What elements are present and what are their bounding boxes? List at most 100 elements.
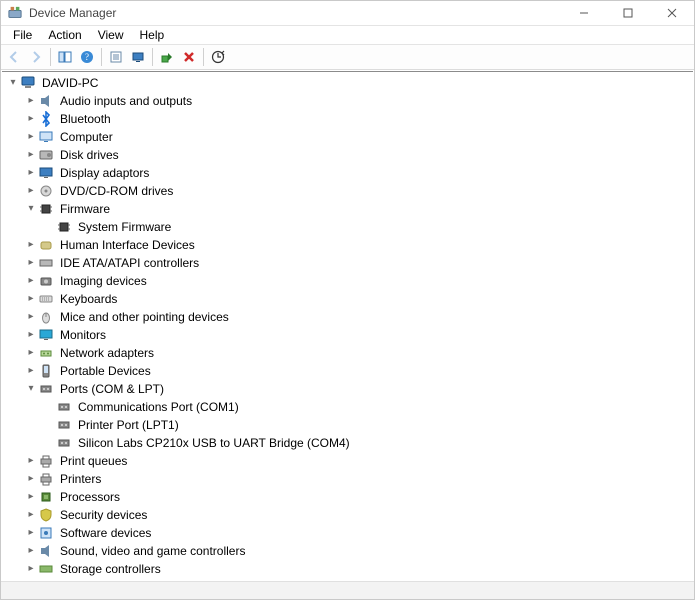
tree-item-label: DVD/CD-ROM drives (58, 184, 175, 198)
tree-item[interactable]: ▸ DVD/CD-ROM drives (6, 182, 693, 200)
tree-item-label: Human Interface Devices (58, 238, 197, 252)
tree-child-item[interactable]: ▸System Firmware (6, 218, 693, 236)
tree-item-label: Display adaptors (58, 166, 151, 180)
chevron-right-icon[interactable]: ▸ (24, 328, 38, 342)
tree-item[interactable]: ▸ Human Interface Devices (6, 236, 693, 254)
speaker-icon (38, 543, 54, 559)
tree-item[interactable]: ▸ Software devices (6, 524, 693, 542)
tree-item[interactable]: ▸Portable Devices (6, 362, 693, 380)
tree-item[interactable]: ▸Disk drives (6, 146, 693, 164)
chevron-right-icon[interactable]: ▸ (24, 238, 38, 252)
tree-item[interactable]: ▸ Network adapters (6, 344, 693, 362)
tree-item-label: Printers (58, 472, 103, 486)
chevron-right-icon[interactable]: ▸ (24, 274, 38, 288)
port-icon (56, 435, 72, 451)
bluetooth-icon (38, 111, 54, 127)
update-driver-icon[interactable] (207, 46, 229, 68)
close-button[interactable] (650, 1, 694, 25)
chevron-right-icon[interactable]: ▸ (24, 346, 38, 360)
chevron-right-icon[interactable]: ▸ (24, 256, 38, 270)
speaker-icon (38, 93, 54, 109)
uninstall-device-icon[interactable] (178, 46, 200, 68)
chevron-right-icon[interactable]: ▸ (24, 184, 38, 198)
tree-item[interactable]: ▸Audio inputs and outputs (6, 92, 693, 110)
chevron-right-icon[interactable]: ▸ (24, 526, 38, 540)
app-icon (7, 5, 23, 21)
display-icon (38, 165, 54, 181)
tree-item-label: Network adapters (58, 346, 156, 360)
device-tree: ▾DAVID-PC▸Audio inputs and outputs▸Bluet… (2, 72, 693, 579)
chevron-right-icon[interactable]: ▸ (24, 94, 38, 108)
chevron-right-icon[interactable]: ▸ (24, 490, 38, 504)
tree-item[interactable]: ▸System devices (6, 578, 693, 579)
port-icon (38, 381, 54, 397)
menu-action[interactable]: Action (40, 26, 89, 44)
chevron-right-icon[interactable]: ▸ (24, 112, 38, 126)
enable-device-icon[interactable] (156, 46, 178, 68)
tree-item[interactable]: ▸Imaging devices (6, 272, 693, 290)
scan-hardware-icon[interactable] (127, 46, 149, 68)
chevron-down-icon[interactable]: ▾ (6, 76, 20, 90)
chevron-right-icon[interactable]: ▸ (24, 454, 38, 468)
menu-help[interactable]: Help (132, 26, 173, 44)
tree-item[interactable]: ▸Sound, video and game controllers (6, 542, 693, 560)
computer-icon (38, 129, 54, 145)
tree-item-label: Bluetooth (58, 112, 113, 126)
chevron-right-icon[interactable]: ▸ (24, 292, 38, 306)
tree-item[interactable]: ▸Mice and other pointing devices (6, 308, 693, 326)
tree-child-item[interactable]: ▸Printer Port (LPT1) (6, 416, 693, 434)
tree-item-label: Monitors (58, 328, 108, 342)
tree-root[interactable]: ▾DAVID-PC (6, 74, 693, 92)
tree-item[interactable]: ▸IDE ATA/ATAPI controllers (6, 254, 693, 272)
help-icon[interactable]: ? (76, 46, 98, 68)
chip-icon (38, 201, 54, 217)
chevron-down-icon[interactable]: ▾ (24, 382, 38, 396)
toolbar-separator (101, 48, 102, 66)
tree-item[interactable]: ▸ Monitors (6, 326, 693, 344)
show-hide-console-tree-icon[interactable] (54, 46, 76, 68)
port-icon (56, 399, 72, 415)
network-icon (38, 345, 54, 361)
tree-item[interactable]: ▸ Storage controllers (6, 560, 693, 578)
tree-child-item[interactable]: ▸Communications Port (COM1) (6, 398, 693, 416)
menu-file[interactable]: File (5, 26, 40, 44)
tree-item-label: Software devices (58, 526, 153, 540)
properties-icon[interactable] (105, 46, 127, 68)
chevron-right-icon[interactable]: ▸ (24, 562, 38, 576)
chevron-right-icon[interactable]: ▸ (24, 472, 38, 486)
chevron-right-icon[interactable]: ▸ (24, 364, 38, 378)
chevron-right-icon[interactable]: ▸ (24, 166, 38, 180)
menu-view[interactable]: View (90, 26, 132, 44)
tree-item[interactable]: ▸Security devices (6, 506, 693, 524)
tree-item-label: Silicon Labs CP210x USB to UART Bridge (… (76, 436, 352, 450)
tree-item[interactable]: ▸Print queues (6, 452, 693, 470)
tree-item-label: Processors (58, 490, 122, 504)
tree-child-item[interactable]: ▸Silicon Labs CP210x USB to UART Bridge … (6, 434, 693, 452)
chevron-right-icon[interactable]: ▸ (24, 130, 38, 144)
tree-item-label: Storage controllers (58, 562, 163, 576)
tree-item[interactable]: ▸ Display adaptors (6, 164, 693, 182)
tree-item[interactable]: ▸Keyboards (6, 290, 693, 308)
tree-item-label: System Firmware (76, 220, 173, 234)
minimize-button[interactable] (562, 1, 606, 25)
chevron-right-icon[interactable]: ▸ (24, 508, 38, 522)
maximize-button[interactable] (606, 1, 650, 25)
tree-item[interactable]: ▸ Bluetooth (6, 110, 693, 128)
chevron-right-icon[interactable]: ▸ (24, 310, 38, 324)
window-title: Device Manager (29, 6, 116, 20)
titlebar[interactable]: Device Manager (1, 1, 694, 26)
tree-item[interactable]: ▸Computer (6, 128, 693, 146)
storage-icon (38, 561, 54, 577)
window: Device Manager File Action View Help ? ▾… (0, 0, 695, 600)
content-pane[interactable]: ▾DAVID-PC▸Audio inputs and outputs▸Bluet… (2, 71, 693, 579)
chevron-down-icon[interactable]: ▾ (24, 202, 38, 216)
chevron-right-icon[interactable]: ▸ (24, 148, 38, 162)
toolbar-separator (50, 48, 51, 66)
tree-item[interactable]: ▸ Printers (6, 470, 693, 488)
tree-item[interactable]: ▸ Processors (6, 488, 693, 506)
chevron-right-icon[interactable]: ▸ (24, 544, 38, 558)
disk-icon (38, 147, 54, 163)
tree-item[interactable]: ▾Ports (COM & LPT) (6, 380, 693, 398)
printer-icon (38, 471, 54, 487)
tree-item[interactable]: ▾Firmware (6, 200, 693, 218)
